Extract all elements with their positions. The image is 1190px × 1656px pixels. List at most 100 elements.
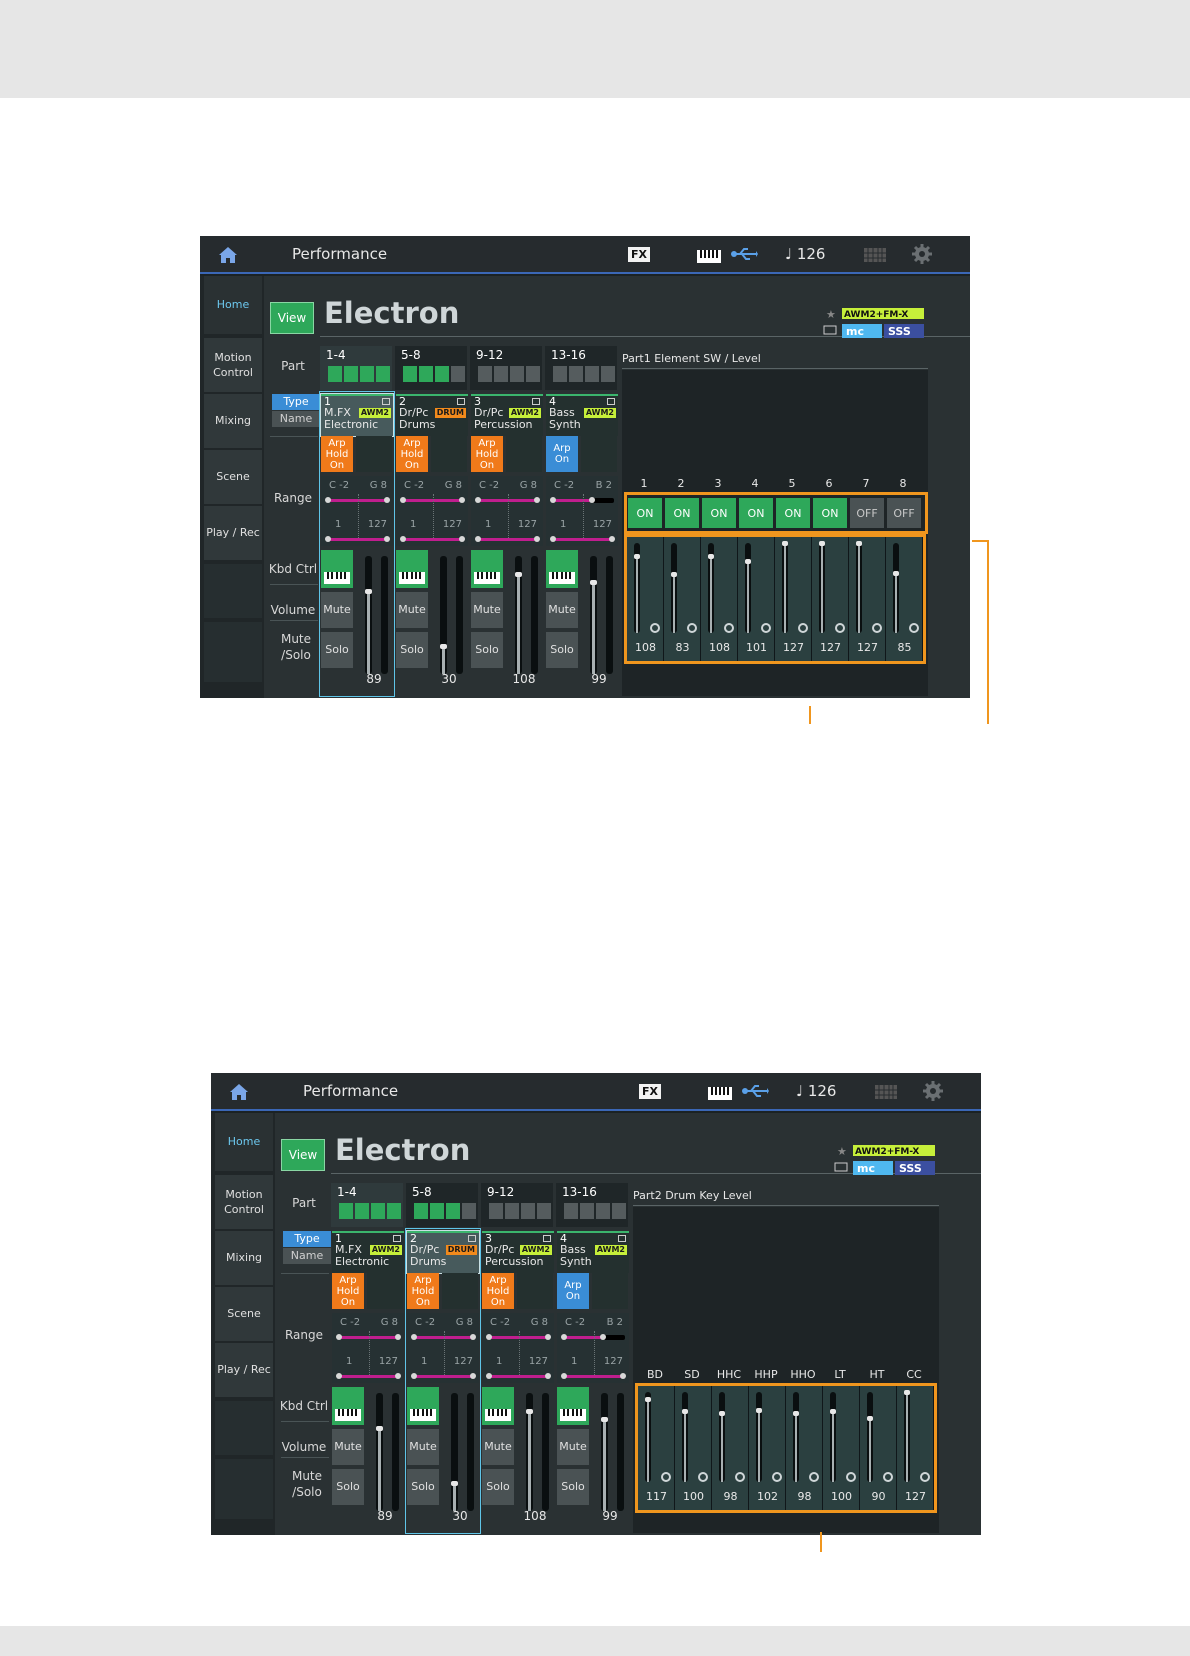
note-range-knob-high[interactable] <box>470 1334 476 1340</box>
solo-button[interactable]: Solo <box>482 1469 514 1505</box>
element-switch-6[interactable]: ON <box>813 498 847 528</box>
element-switch-7[interactable]: OFF <box>850 498 884 528</box>
range-control[interactable]: C -2 G 8 1 127 <box>407 1313 479 1383</box>
tone-generator-badges-icon[interactable]: ★ AWM2+FM-X mc SSS <box>822 306 964 340</box>
grid-icon[interactable] <box>875 1084 897 1099</box>
range-control[interactable]: C -2 B 2 1 127 <box>557 1313 629 1383</box>
note-range-knob-high[interactable] <box>600 1334 606 1340</box>
level-fader-thumb[interactable] <box>645 1397 651 1403</box>
part-column-3[interactable]: 3 Dr/Pc Percussion AWM2 Arp Hold On C -2 G 8 1 1… <box>481 1229 555 1533</box>
level-fader-thumb[interactable] <box>719 1410 725 1416</box>
volume-fader[interactable]: 99 <box>592 1387 628 1531</box>
level-fader-thumb[interactable] <box>830 1409 836 1415</box>
velocity-knob-high[interactable] <box>459 536 465 542</box>
range-control[interactable]: C -2 G 8 1 127 <box>471 476 543 546</box>
solo-button[interactable]: Solo <box>557 1469 589 1505</box>
mute-button[interactable]: Mute <box>471 592 503 628</box>
solo-button[interactable]: Solo <box>321 632 353 668</box>
part-group-tab-13-16[interactable]: 13-16 <box>545 346 617 390</box>
level-fader-5[interactable]: 98 <box>786 1386 823 1510</box>
velocity-knob-low[interactable] <box>336 1373 342 1379</box>
sidebar-tab-play-rec[interactable]: Play / Rec <box>215 1343 273 1397</box>
sidebar-tab-scene[interactable]: Scene <box>215 1287 273 1341</box>
level-fader-8[interactable]: 127 <box>897 1386 934 1510</box>
part-header[interactable]: 1 M.FX Electronic AWM2 <box>320 393 394 437</box>
gear-icon[interactable] <box>923 1081 943 1101</box>
arp-button[interactable]: Arp Hold On <box>407 1273 439 1309</box>
fader-thumb[interactable] <box>365 589 372 595</box>
part-column-2[interactable]: 2 Dr/Pc Drums DRUM Arp Hold On C -2 G 8 1 127 Mut… <box>395 392 469 696</box>
range-control[interactable]: C -2 G 8 1 127 <box>396 476 468 546</box>
keyboard-control-button[interactable] <box>546 550 578 588</box>
level-fader-thumb[interactable] <box>819 541 825 546</box>
level-fader-2[interactable]: 100 <box>675 1386 712 1510</box>
arp-button[interactable]: Arp On <box>557 1273 589 1309</box>
element-switch-3[interactable]: ON <box>702 498 736 528</box>
part-header[interactable]: 4 Bass Synth AWM2 <box>557 1231 629 1273</box>
velocity-knob-low[interactable] <box>486 1373 492 1379</box>
sidebar-tab-motion-control[interactable]: Motion Control <box>204 338 262 392</box>
note-range-knob-high[interactable] <box>534 497 540 503</box>
note-range-knob-high[interactable] <box>589 497 595 503</box>
home-icon[interactable] <box>218 246 238 264</box>
usb-icon[interactable] <box>730 246 758 262</box>
note-range-knob-high[interactable] <box>395 1334 401 1340</box>
volume-fader[interactable]: 108 <box>517 1387 553 1531</box>
solo-button[interactable]: Solo <box>396 632 428 668</box>
view-button[interactable]: View <box>270 302 314 334</box>
level-fader-thumb[interactable] <box>856 541 862 546</box>
solo-button[interactable]: Solo <box>546 632 578 668</box>
performance-name[interactable]: Electron <box>335 1133 470 1167</box>
home-icon[interactable] <box>229 1083 249 1101</box>
level-fader-thumb[interactable] <box>756 1407 762 1413</box>
keyboard-control-button[interactable] <box>407 1387 439 1425</box>
note-range-knob-low[interactable] <box>325 497 331 503</box>
part-group-tab-1-4[interactable]: 1-4 <box>331 1183 403 1227</box>
fader-thumb[interactable] <box>440 644 447 650</box>
fx-button[interactable]: FX <box>639 1084 661 1099</box>
fx-button[interactable]: FX <box>628 247 650 262</box>
level-fader-5[interactable]: 127 <box>775 537 812 661</box>
level-fader-thumb[interactable] <box>682 1409 688 1415</box>
part-group-tab-13-16[interactable]: 13-16 <box>556 1183 628 1227</box>
part-group-tab-5-8[interactable]: 5-8 <box>406 1183 478 1227</box>
level-fader-4[interactable]: 101 <box>738 537 775 661</box>
note-range-knob-low[interactable] <box>400 497 406 503</box>
volume-fader[interactable]: 89 <box>367 1387 403 1531</box>
level-fader-1[interactable]: 117 <box>638 1386 675 1510</box>
volume-fader[interactable]: 30 <box>431 550 467 694</box>
level-fader-thumb[interactable] <box>893 570 899 576</box>
velocity-knob-high[interactable] <box>620 1373 626 1379</box>
velocity-knob-low[interactable] <box>561 1373 567 1379</box>
level-fader-3[interactable]: 98 <box>712 1386 749 1510</box>
velocity-knob-low[interactable] <box>475 536 481 542</box>
note-range-knob-low[interactable] <box>336 1334 342 1340</box>
fader-thumb[interactable] <box>515 571 522 577</box>
range-control[interactable]: C -2 G 8 1 127 <box>332 1313 404 1383</box>
type-button[interactable]: Type <box>272 394 320 410</box>
level-fader-4[interactable]: 102 <box>749 1386 786 1510</box>
velocity-knob-high[interactable] <box>545 1373 551 1379</box>
velocity-knob-high[interactable] <box>470 1373 476 1379</box>
sidebar-tab-home[interactable]: Home <box>215 1113 273 1171</box>
keyboard-control-button[interactable] <box>482 1387 514 1425</box>
level-fader-6[interactable]: 100 <box>823 1386 860 1510</box>
tempo-display[interactable]: ♩ 126 <box>796 1082 836 1100</box>
velocity-knob-low[interactable] <box>550 536 556 542</box>
mute-button[interactable]: Mute <box>396 592 428 628</box>
note-range-knob-high[interactable] <box>384 497 390 503</box>
level-fader-7[interactable]: 90 <box>860 1386 897 1510</box>
note-range-knob-high[interactable] <box>459 497 465 503</box>
keyboard-control-button[interactable] <box>471 550 503 588</box>
part-header[interactable]: 2 Dr/Pc Drums DRUM <box>396 394 468 436</box>
sidebar-tab-mixing[interactable]: Mixing <box>215 1231 273 1285</box>
fader-thumb[interactable] <box>526 1408 533 1414</box>
part-column-4[interactable]: 4 Bass Synth AWM2 Arp On C -2 B 2 1 127 Mute Solo 9… <box>545 392 619 696</box>
part-group-tab-9-12[interactable]: 9-12 <box>481 1183 553 1227</box>
fader-thumb[interactable] <box>590 580 597 586</box>
part-column-1[interactable]: 1 M.FX Electronic AWM2 Arp Hold On C -2 G 8 1 12… <box>319 391 395 697</box>
mute-button[interactable]: Mute <box>321 592 353 628</box>
part-header[interactable]: 2 Dr/Pc Drums DRUM <box>406 1230 480 1274</box>
level-fader-thumb[interactable] <box>867 1416 873 1422</box>
keyboard-control-button[interactable] <box>332 1387 364 1425</box>
